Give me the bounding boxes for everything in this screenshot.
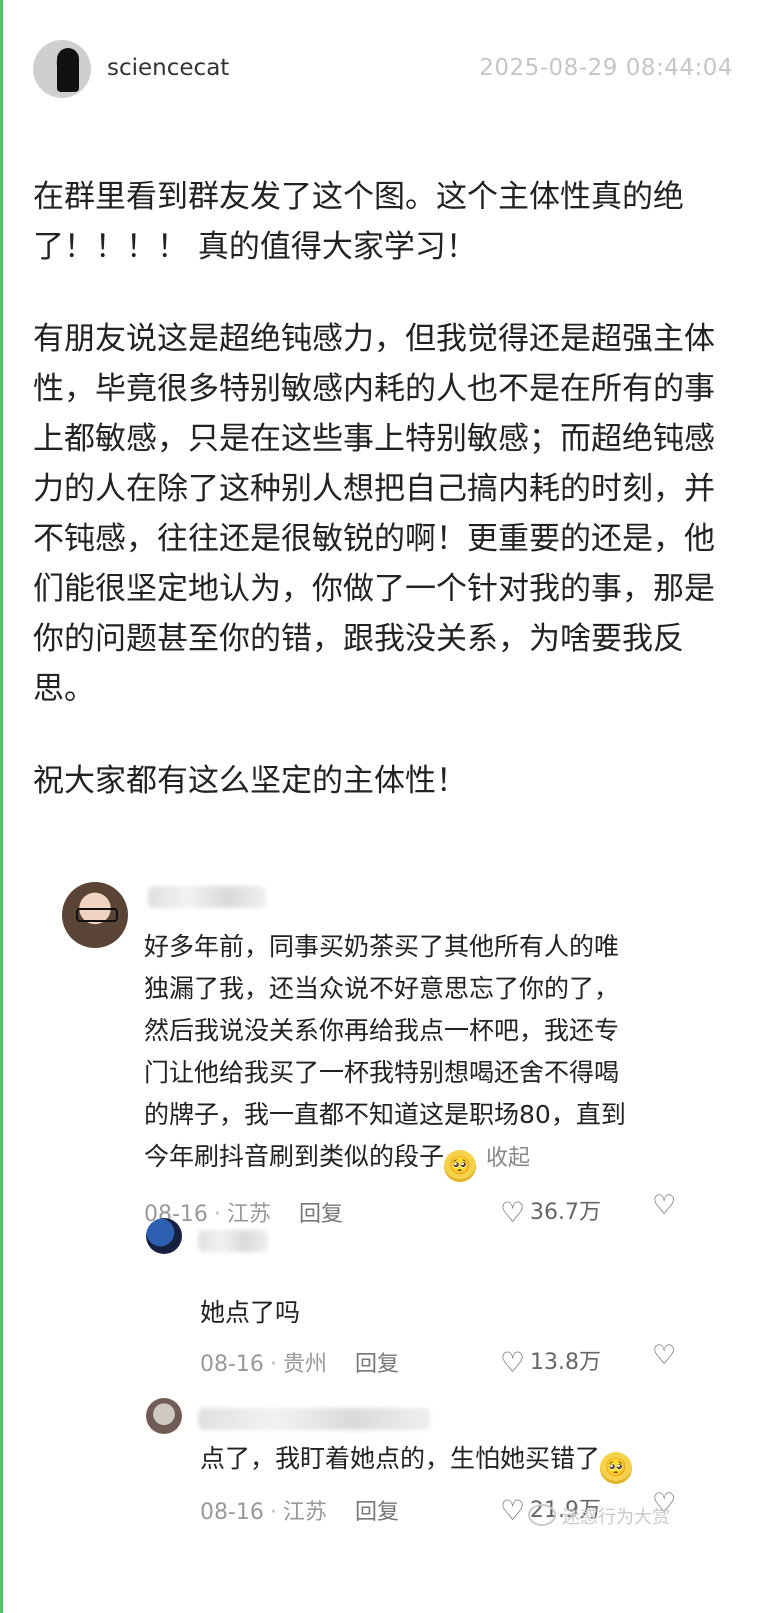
blurred-username <box>198 1230 268 1252</box>
blurred-username <box>148 886 266 908</box>
post-paragraph: 祝大家都有这么坚定的主体性！ <box>33 763 467 799</box>
post-paragraph: 在群里看到群友发了这个图。这个主体性真的绝了！！！！ 真的值得大家学习！ <box>33 179 684 265</box>
broken-heart-icon[interactable]: ♡ <box>652 1190 676 1221</box>
post-body: 在群里看到群友发了这个图。这个主体性真的绝了！！！！ 真的值得大家学习！ 有朋友… <box>33 172 723 848</box>
commenter-avatar <box>62 882 128 948</box>
comment-location: 江苏 <box>282 1500 327 1525</box>
left-edge-bar <box>0 0 3 1613</box>
like-count: 36.7万 <box>530 1200 601 1225</box>
comment-meta: 08-16 · 贵州 回复 <box>200 1352 399 1377</box>
username[interactable]: sciencecat <box>107 55 229 81</box>
reply-button[interactable]: 回复 <box>355 1500 399 1525</box>
like-button[interactable]: ♡ 36.7万 <box>500 1194 601 1229</box>
comment-date: 08-16 <box>200 1500 264 1525</box>
heart-outline-icon: ♡ <box>500 1196 526 1229</box>
comment-text: 好多年前，同事买奶茶买了其他所有人的唯 独漏了我，还当众说不好意思忘了你的了， … <box>144 926 704 1182</box>
pleading-face-emoji-icon: 🥺 <box>600 1452 633 1484</box>
commenter-avatar <box>146 1398 182 1434</box>
avatar[interactable] <box>33 40 91 98</box>
weibo-logo-icon <box>528 1504 556 1526</box>
comment-meta: 08-16 · 江苏 回复 <box>200 1500 399 1525</box>
post-timestamp: 2025-08-29 08:44:04 <box>479 55 733 81</box>
comment-text: 她点了吗 <box>200 1298 301 1327</box>
heart-outline-icon: ♡ <box>500 1346 526 1379</box>
like-count: 13.8万 <box>530 1350 601 1375</box>
collapse-link[interactable]: 收起 <box>486 1146 530 1171</box>
reply-button[interactable]: 回复 <box>299 1202 343 1227</box>
comment-text: 点了，我盯着她点的，生怕她买错了 🥺 <box>200 1438 633 1484</box>
comment-location: 贵州 <box>282 1352 327 1377</box>
comment-date: 08-16 <box>200 1352 264 1377</box>
blurred-username <box>198 1408 430 1430</box>
reply-button[interactable]: 回复 <box>355 1352 399 1377</box>
pleading-face-emoji-icon: 🥺 <box>444 1150 477 1182</box>
post-header: sciencecat 2025-08-29 08:44:04 <box>33 38 733 100</box>
commenter-avatar <box>146 1218 182 1254</box>
embedded-comment-screenshot: 好多年前，同事买奶茶买了其他所有人的唯 独漏了我，还当众说不好意思忘了你的了， … <box>56 870 720 1560</box>
broken-heart-icon[interactable]: ♡ <box>652 1340 676 1371</box>
like-button[interactable]: ♡ 13.8万 <box>500 1344 601 1379</box>
heart-outline-icon: ♡ <box>500 1494 526 1527</box>
weibo-watermark: 迷惑行为大赏 <box>528 1503 670 1529</box>
comment-location: 江苏 <box>226 1202 271 1227</box>
post-paragraph: 有朋友说这是超绝钝感力，但我觉得还是超强主体性，毕竟很多特别敏感内耗的人也不是在… <box>33 321 715 707</box>
